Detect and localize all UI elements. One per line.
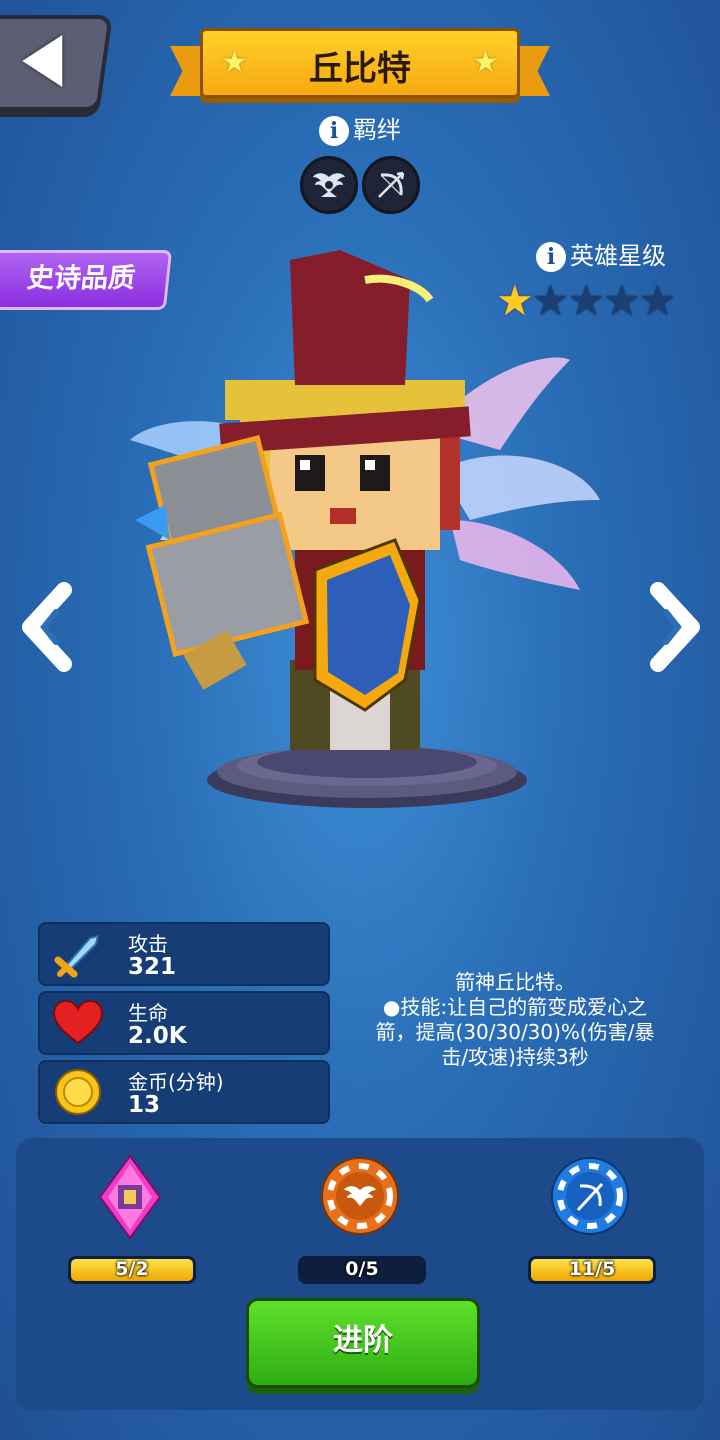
stat-attack: 攻击 321 <box>38 922 330 986</box>
advance-button[interactable]: 进阶 <box>246 1298 480 1388</box>
orange-wing-chip-icon[interactable] <box>320 1156 400 1236</box>
stat-value: 2.0K <box>128 1023 187 1049</box>
info-icon: i <box>319 116 349 146</box>
bow-icon[interactable] <box>362 156 420 214</box>
star-empty-icon: ★ <box>638 276 677 325</box>
bond-label: 羁绊 <box>353 116 401 144</box>
stat-health: 生命 2.0K <box>38 991 330 1055</box>
resource-progress-bar: 0/5 <box>298 1256 426 1284</box>
hero-character-model <box>130 250 600 750</box>
stat-value: 321 <box>128 954 177 980</box>
stat-label: 攻击 <box>128 932 168 956</box>
pink-gem-shard-icon[interactable] <box>98 1154 162 1240</box>
resource-progress-bar: 5/2 <box>68 1256 196 1284</box>
winged-badge-icon[interactable] <box>300 156 358 214</box>
stat-gold-per-minute: 金币(分钟) 13 <box>38 1060 330 1124</box>
back-arrow-icon <box>22 35 63 87</box>
stat-label: 生命 <box>128 1001 168 1025</box>
next-hero-arrow-icon[interactable] <box>646 582 706 672</box>
hero-name-title: 丘比特 <box>309 49 411 89</box>
gold-coin-icon <box>55 1069 101 1115</box>
stat-value: 13 <box>128 1092 161 1118</box>
resource-progress-bar: 11/5 <box>528 1256 656 1284</box>
skill-description: 箭神丘比特。 ●技能:让自己的箭变成爱心之 箭，提高(30/30/30)%(伤害… <box>375 970 655 1069</box>
blue-bow-chip-icon[interactable] <box>550 1156 630 1236</box>
heart-icon <box>52 999 104 1045</box>
stat-label: 金币(分钟) <box>128 1070 224 1094</box>
back-button[interactable] <box>0 15 113 111</box>
previous-hero-arrow-icon[interactable] <box>16 582 76 672</box>
title-banner: ★ ★ 丘比特 <box>170 28 550 100</box>
sword-icon <box>54 934 100 978</box>
bond-info-button[interactable]: i 羁绊 <box>0 110 720 146</box>
